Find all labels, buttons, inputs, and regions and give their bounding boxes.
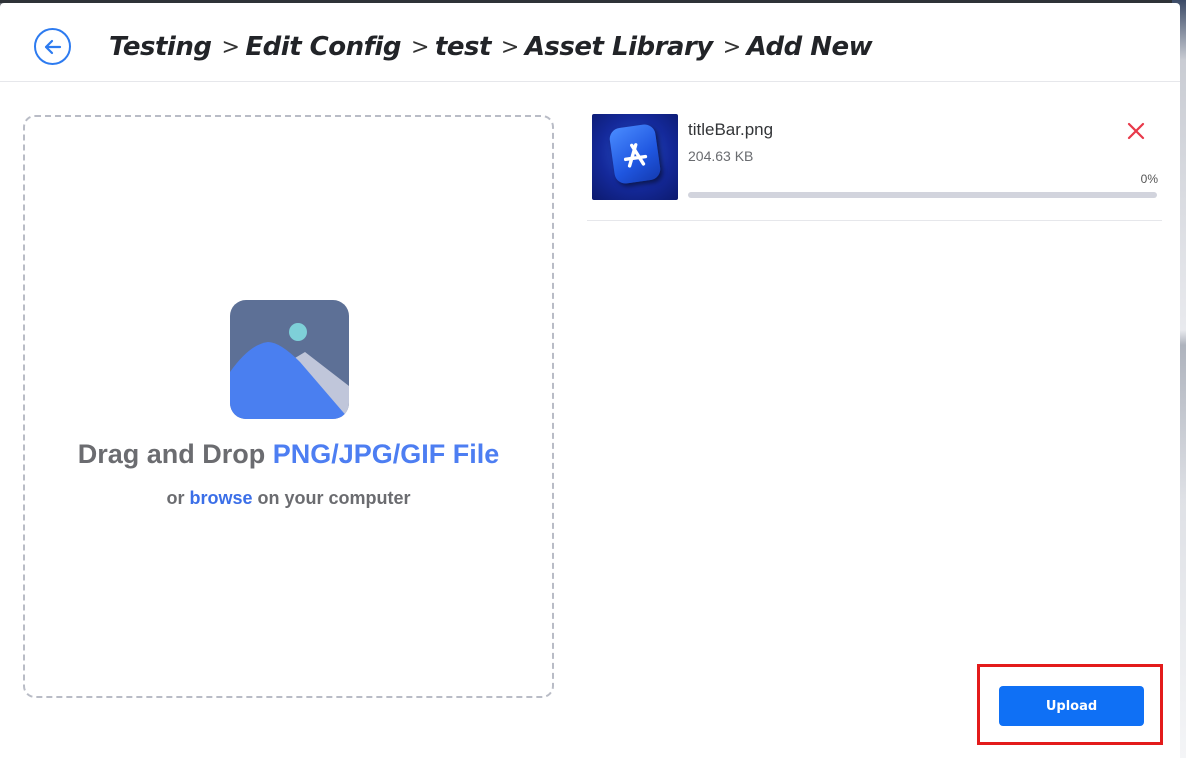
add-asset-modal: Testing > Edit Config > test > Asset Lib… <box>0 3 1180 758</box>
upload-file-item: titleBar.png 204.63 KB 0% <box>587 110 1162 221</box>
app-store-icon <box>608 123 662 185</box>
breadcrumb-separator: > <box>221 34 240 60</box>
breadcrumb-asset-library[interactable]: Asset Library <box>525 32 713 62</box>
upload-progress-bar <box>688 192 1157 198</box>
file-size: 204.63 KB <box>688 148 754 164</box>
dropzone-title-text: Drag and Drop <box>77 439 266 469</box>
dropzone-sub-prefix: or <box>166 488 185 508</box>
back-button[interactable] <box>34 28 71 65</box>
browse-link[interactable]: browse <box>189 488 252 508</box>
modal-header: Testing > Edit Config > test > Asset Lib… <box>0 3 1180 82</box>
close-icon[interactable] <box>1125 120 1147 142</box>
dropzone-sub-suffix: on your computer <box>257 488 411 508</box>
breadcrumb-separator: > <box>722 34 741 60</box>
breadcrumb-separator: > <box>410 34 429 60</box>
dropzone-title: Drag and Drop PNG/JPG/GIF File <box>25 439 552 470</box>
file-dropzone[interactable]: Drag and Drop PNG/JPG/GIF File or browse… <box>23 115 554 698</box>
arrow-left-icon <box>44 39 61 54</box>
breadcrumb: Testing > Edit Config > test > Asset Lib… <box>109 27 873 67</box>
upload-button[interactable]: Upload <box>999 686 1144 726</box>
breadcrumb-add-new: Add New <box>746 32 873 62</box>
dropzone-file-types: PNG/JPG/GIF File <box>272 439 500 469</box>
image-placeholder-icon <box>230 300 349 419</box>
breadcrumb-edit-config[interactable]: Edit Config <box>245 32 401 62</box>
progress-percent: 0% <box>1140 172 1158 186</box>
breadcrumb-testing[interactable]: Testing <box>109 32 212 62</box>
file-name: titleBar.png <box>688 120 774 139</box>
dropzone-subtitle: or browse on your computer <box>25 488 552 509</box>
breadcrumb-separator: > <box>500 34 519 60</box>
file-thumbnail <box>592 114 678 200</box>
breadcrumb-test[interactable]: test <box>435 32 491 62</box>
